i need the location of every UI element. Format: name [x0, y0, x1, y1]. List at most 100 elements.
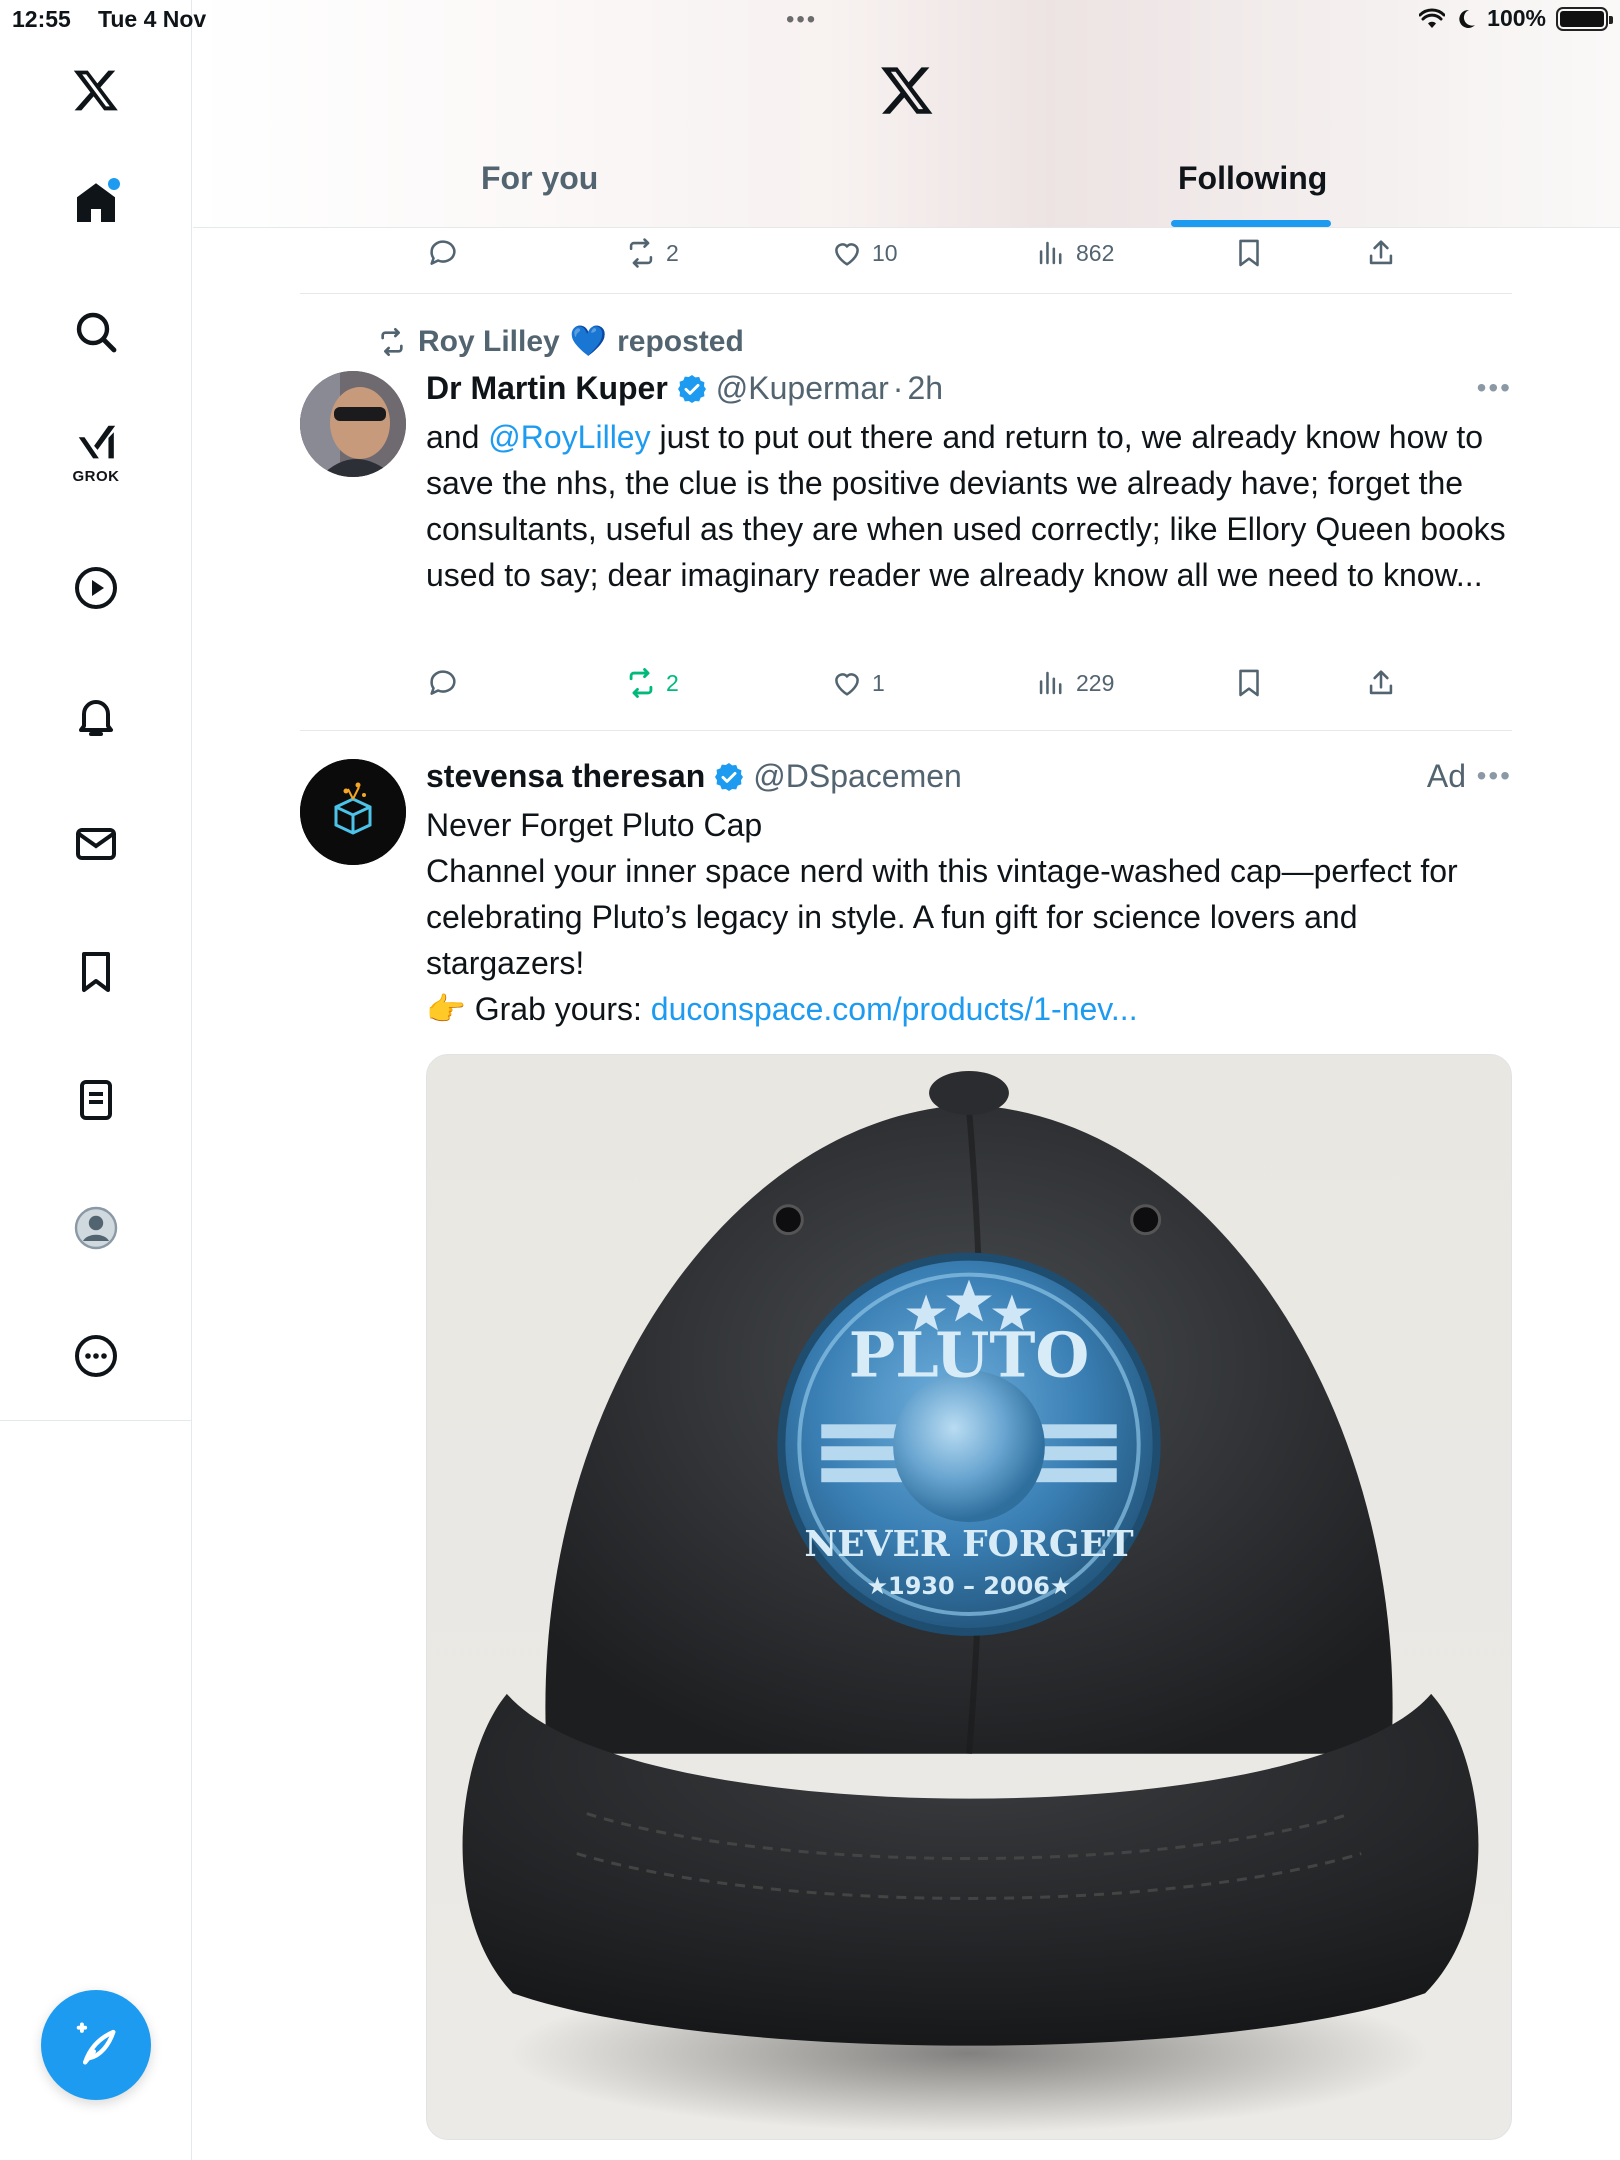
- sidebar-item-home[interactable]: [66, 172, 126, 232]
- badge-years: ★1930 – 2006★: [867, 1572, 1072, 1600]
- tweet-header: stevensa theresan @DSpacemen: [426, 758, 962, 795]
- more-options-icon[interactable]: •••: [1477, 372, 1512, 404]
- sidebar-item-bookmarks[interactable]: [66, 942, 126, 1002]
- blue-heart-emoji: 💙: [569, 325, 608, 358]
- reply-icon: [430, 670, 456, 695]
- like-button[interactable]: 1: [830, 666, 885, 700]
- repost-icon: [381, 327, 403, 356]
- bookmark-icon: [82, 952, 110, 992]
- status-right: 100%: [1419, 5, 1613, 32]
- separator-dot: ·: [892, 370, 904, 406]
- duconspace-logo-icon: [300, 759, 406, 865]
- play-icon: [75, 567, 117, 609]
- sidebar-item-profile[interactable]: [66, 1198, 126, 1258]
- compose-icon: [76, 2022, 116, 2065]
- home-notification-dot: [108, 178, 120, 190]
- avatar-icon: [74, 1206, 118, 1250]
- views-button[interactable]: 229: [1034, 666, 1114, 700]
- x-logo-icon: [73, 70, 118, 111]
- author-name[interactable]: Dr Martin Kuper: [426, 370, 668, 407]
- share-button[interactable]: [1364, 236, 1398, 270]
- repost-icon: [629, 238, 653, 268]
- badge-subtitle: NEVER FORGET: [804, 1523, 1134, 1565]
- sidebar-item-notifications[interactable]: [66, 686, 126, 746]
- status-bar: 12:55 Tue 4 Nov ••• 100%: [0, 0, 1620, 40]
- bookmark-button[interactable]: [1232, 666, 1266, 700]
- repost-button[interactable]: 2: [624, 236, 679, 270]
- more-circle-icon: [75, 1335, 117, 1377]
- tweet-divider: [300, 730, 1512, 731]
- product-link[interactable]: duconspace.com/products/1-nev...: [651, 991, 1138, 1027]
- sidebar-item-more[interactable]: [66, 1326, 126, 1386]
- mail-icon: [76, 828, 116, 860]
- sidebar-item-grok[interactable]: GROK: [66, 420, 126, 500]
- grok-label: GROK: [72, 468, 120, 485]
- sidebar-separator: [0, 1420, 192, 1421]
- tweet-actions: 2 1 229: [300, 666, 1512, 706]
- sidebar-item-search[interactable]: [66, 302, 126, 362]
- author-handle[interactable]: @Kupermar: [716, 370, 889, 407]
- sidebar-item-video[interactable]: [66, 558, 126, 618]
- wifi-icon: [1419, 8, 1446, 28]
- views-icon: [1039, 241, 1062, 265]
- tweet-divider: [300, 293, 1512, 294]
- verified-badge-icon: [677, 374, 706, 403]
- tweet-media-image[interactable]: PLUTO NEVER FORGET ★1930 – 2006★: [426, 1054, 1512, 2140]
- reply-icon: [430, 240, 456, 265]
- bookmark-icon: [1239, 669, 1259, 697]
- more-options-icon[interactable]: •••: [1477, 760, 1512, 792]
- share-button[interactable]: [1364, 666, 1398, 700]
- badge-title: PLUTO: [849, 1318, 1090, 1391]
- bookmark-button[interactable]: [1232, 236, 1266, 270]
- active-tab-indicator: [1171, 220, 1331, 227]
- tweet-text: and @RoyLilley just to put out there and…: [426, 419, 1506, 593]
- sidebar-item-lists[interactable]: [66, 1070, 126, 1130]
- sidebar-item-messages[interactable]: [66, 814, 126, 874]
- grok-icon: [78, 425, 116, 459]
- ad-description: Channel your inner space nerd with this …: [426, 853, 1458, 981]
- ad-cta-line: 👉 Grab yours: duconspace.com/products/1-…: [426, 991, 1138, 1027]
- tweet-header: Dr Martin Kuper @Kupermar · 2h: [426, 370, 943, 407]
- like-button[interactable]: 10: [830, 236, 898, 270]
- repost-by-name: Roy Lilley: [418, 324, 560, 358]
- list-icon: [80, 1080, 112, 1120]
- avatar[interactable]: [300, 759, 406, 865]
- reply-button[interactable]: [426, 666, 468, 700]
- share-icon: [1369, 670, 1393, 695]
- sidebar: GROK: [0, 0, 192, 2160]
- ad-label: Ad: [1426, 758, 1466, 794]
- tweet-text: Never Forget Pluto Cap Channel your inne…: [426, 802, 1516, 1032]
- share-icon: [1369, 240, 1393, 265]
- author-handle[interactable]: @DSpacemen: [753, 758, 962, 795]
- x-logo-icon[interactable]: [879, 62, 935, 118]
- sidebar-item-x-logo[interactable]: [66, 60, 126, 120]
- repost-icon: [629, 668, 653, 698]
- views-icon: [1039, 671, 1062, 695]
- reply-button[interactable]: [426, 236, 468, 270]
- views-button[interactable]: 862: [1034, 236, 1114, 270]
- prev-tweet-actions: 2 10 862: [300, 236, 1512, 276]
- tab-following[interactable]: Following: [1178, 160, 1327, 197]
- moon-icon: [1459, 9, 1476, 28]
- battery-icon: [1556, 6, 1613, 31]
- tab-for-you[interactable]: For you: [481, 160, 598, 197]
- pluto-cap-image: PLUTO NEVER FORGET ★1930 – 2006★: [462, 1070, 1479, 2134]
- repost-context[interactable]: Roy Lilley 💙 reposted: [376, 324, 744, 359]
- ad-headline: Never Forget Pluto Cap: [426, 807, 763, 843]
- status-time: 12:55: [12, 6, 71, 32]
- heart-icon: [835, 673, 859, 696]
- tweet-time[interactable]: 2h: [907, 370, 943, 407]
- bookmark-icon: [1239, 239, 1259, 267]
- bell-icon: [79, 700, 113, 736]
- heart-icon: [835, 243, 859, 266]
- battery-percent: 100%: [1487, 5, 1546, 31]
- compose-button[interactable]: [41, 1990, 151, 2100]
- mention-link[interactable]: @RoyLilley: [488, 419, 650, 455]
- repost-suffix: reposted: [617, 324, 744, 358]
- author-name[interactable]: stevensa theresan: [426, 758, 705, 795]
- avatar-photo: [300, 371, 406, 477]
- repost-button[interactable]: 2: [624, 666, 679, 700]
- multitask-dots-icon[interactable]: •••: [786, 6, 817, 34]
- verified-badge-icon: [715, 762, 744, 791]
- avatar[interactable]: [300, 371, 406, 477]
